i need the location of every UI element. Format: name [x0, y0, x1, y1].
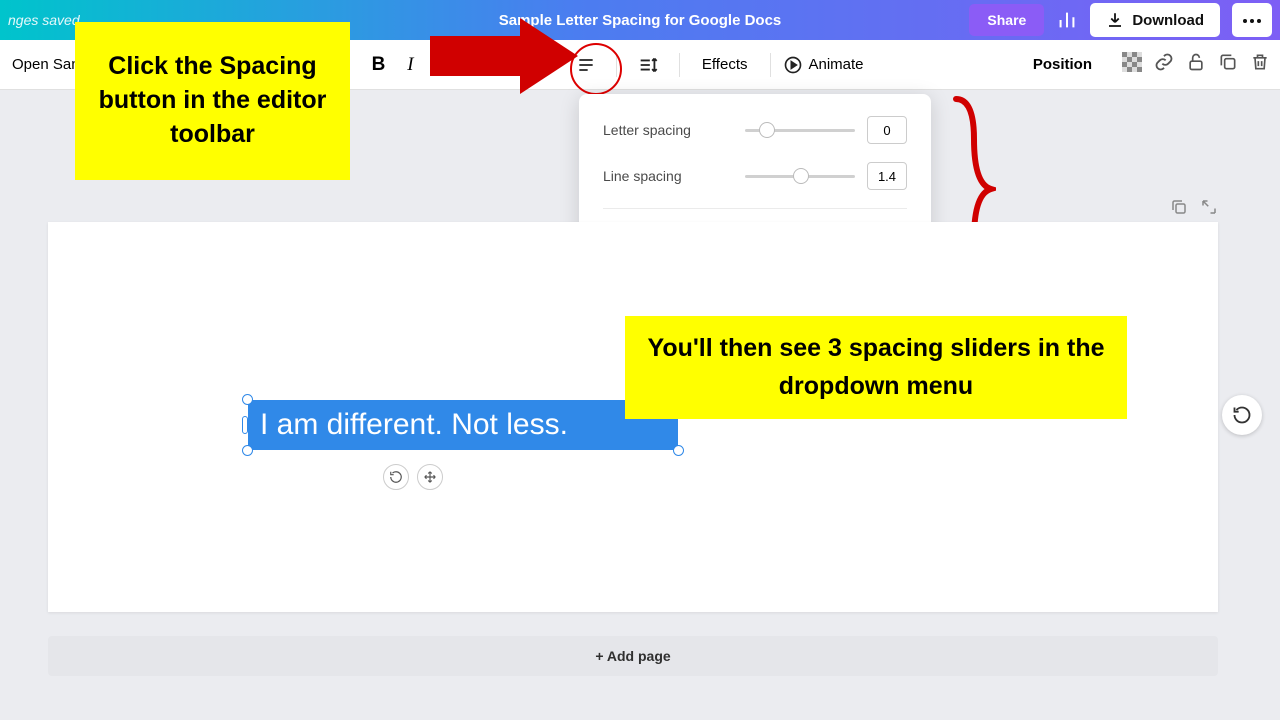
lock-icon[interactable]: [1186, 52, 1206, 77]
reset-view-icon[interactable]: [1222, 395, 1262, 435]
resize-handle[interactable]: [673, 445, 684, 456]
transparency-icon[interactable]: [1122, 52, 1142, 77]
font-selector[interactable]: Open San: [10, 52, 82, 77]
letter-spacing-label: Letter spacing: [603, 122, 691, 138]
copy-icon[interactable]: [1218, 52, 1238, 77]
duplicate-page-icon[interactable]: [1170, 198, 1188, 221]
analytics-icon[interactable]: [1056, 9, 1078, 31]
share-button[interactable]: Share: [969, 4, 1044, 36]
saved-status: nges saved: [8, 12, 80, 28]
add-page-button[interactable]: + Add page: [48, 636, 1218, 676]
more-icon[interactable]: [1232, 3, 1272, 37]
trash-icon[interactable]: [1250, 52, 1270, 77]
line-spacing-value[interactable]: 1.4: [867, 162, 907, 190]
resize-handle[interactable]: [242, 416, 248, 434]
resize-handle[interactable]: [242, 445, 253, 456]
rotate-icon[interactable]: [383, 464, 409, 490]
animate-label: Animate: [809, 56, 864, 73]
canvas-actions: [1170, 198, 1218, 221]
separator: [679, 53, 680, 77]
divider: [603, 208, 907, 209]
list-icon[interactable]: [568, 49, 604, 81]
move-icon[interactable]: [417, 464, 443, 490]
italic-icon[interactable]: I: [399, 48, 421, 82]
letter-spacing-row: Letter spacing 0: [603, 116, 907, 144]
separator: [770, 53, 771, 77]
position-button[interactable]: Position: [1025, 52, 1100, 77]
spacing-button[interactable]: [629, 48, 667, 82]
resize-handle[interactable]: [242, 394, 253, 405]
download-label: Download: [1132, 12, 1204, 29]
toolbar-right: [1122, 52, 1270, 77]
separator: [616, 53, 617, 77]
text-content[interactable]: I am different. Not less.: [260, 408, 568, 442]
underline-icon[interactable]: U: [428, 49, 456, 81]
letter-spacing-slider[interactable]: [745, 129, 855, 132]
line-spacing-label: Line spacing: [603, 168, 682, 184]
letter-spacing-value[interactable]: 0: [867, 116, 907, 144]
doc-title[interactable]: Sample Letter Spacing for Google Docs: [499, 12, 782, 29]
selected-text-box[interactable]: I am different. Not less.: [248, 400, 678, 450]
banner-actions: Share Download: [969, 3, 1272, 37]
animate-button[interactable]: Animate: [783, 55, 864, 75]
expand-icon[interactable]: [1200, 198, 1218, 221]
effects-button[interactable]: Effects: [692, 50, 758, 79]
line-spacing-row: Line spacing 1.4: [603, 162, 907, 190]
link-icon[interactable]: [1154, 52, 1174, 77]
bold-icon[interactable]: B: [364, 48, 394, 82]
download-button[interactable]: Download: [1090, 3, 1220, 37]
element-controls: [383, 464, 443, 490]
line-spacing-slider[interactable]: [745, 175, 855, 178]
annotation-note-1: Click the Spacing button in the editor t…: [75, 22, 350, 180]
annotation-note-2: You'll then see 3 spacing sliders in the…: [625, 316, 1127, 419]
